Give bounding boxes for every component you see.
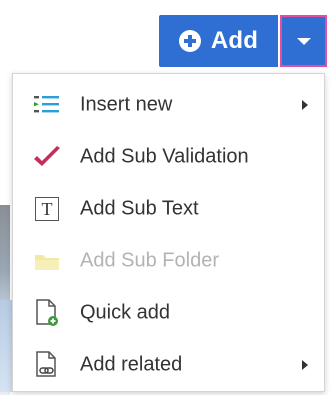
- menu-item-label: Add Sub Validation: [80, 145, 249, 168]
- menu-item-label: Quick add: [80, 301, 171, 324]
- menu-item-label: Add related: [80, 353, 183, 376]
- menu-item-add-sub-validation[interactable]: Add Sub Validation: [13, 131, 324, 183]
- menu-item-add-sub-folder: Add Sub Folder: [13, 235, 324, 287]
- text-t-icon: T: [32, 194, 62, 224]
- folder-icon: [32, 246, 62, 276]
- plus-circle-icon: [178, 30, 201, 52]
- menu-item-label: Insert new: [80, 93, 173, 116]
- menu-item-insert-new[interactable]: Insert new: [13, 79, 324, 131]
- add-button-label: Add: [210, 27, 259, 54]
- add-button[interactable]: Add: [159, 15, 278, 67]
- chevron-down-icon: [296, 37, 311, 45]
- checkmark-icon: [32, 142, 62, 172]
- chevron-right-icon: [302, 100, 308, 110]
- document-link-icon: [32, 350, 62, 380]
- insert-list-icon: [32, 90, 62, 120]
- add-dropdown-toggle[interactable]: [280, 15, 327, 67]
- menu-item-add-related[interactable]: Add related: [13, 339, 324, 391]
- menu-item-quick-add[interactable]: Quick add: [13, 287, 324, 339]
- document-add-icon: [32, 298, 62, 328]
- add-dropdown-menu: Insert new Add Sub Validation T Add Sub …: [12, 73, 325, 392]
- menu-item-label: Add Sub Text: [80, 197, 199, 220]
- chevron-right-icon: [302, 360, 308, 370]
- menu-item-label: Add Sub Folder: [80, 249, 219, 272]
- menu-item-add-sub-text[interactable]: T Add Sub Text: [13, 183, 324, 235]
